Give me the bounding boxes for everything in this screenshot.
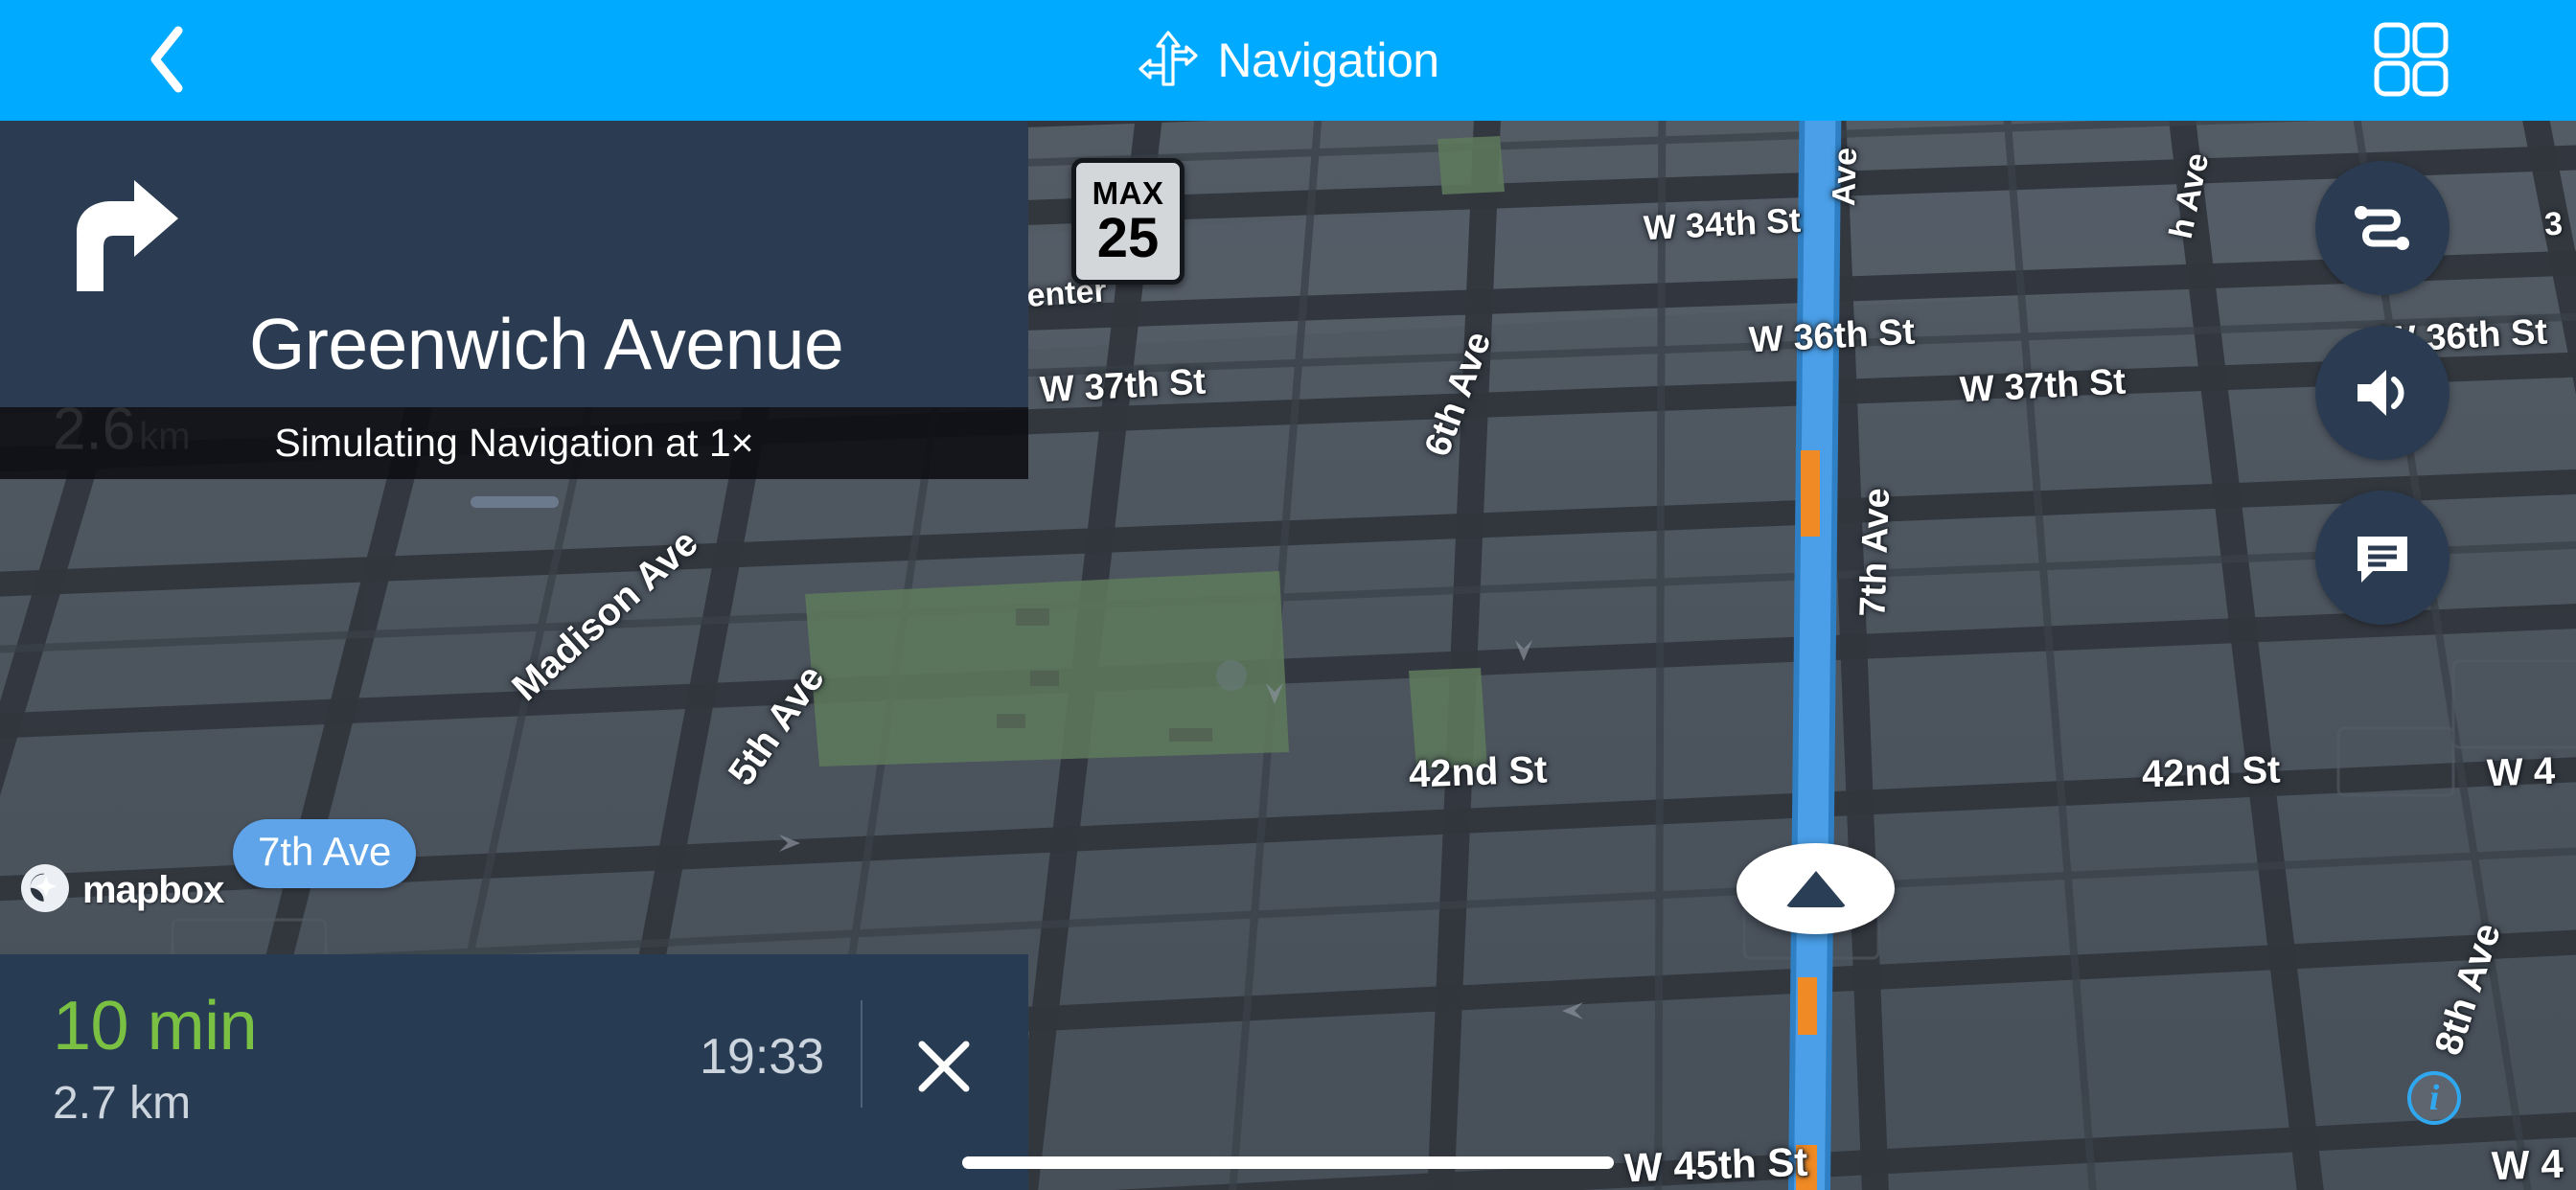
route-icon xyxy=(2355,206,2409,250)
current-street-pill: 7th Ave xyxy=(233,819,417,888)
drag-handle[interactable] xyxy=(470,496,559,508)
divider xyxy=(861,1000,862,1108)
speed-limit-label: MAX xyxy=(1092,174,1164,211)
eta-duration: 10 min xyxy=(53,988,258,1064)
arrival-time: 19:33 xyxy=(700,1029,825,1085)
user-location-puck xyxy=(1736,843,1895,934)
remaining-distance: 2.7 km xyxy=(53,1078,192,1129)
speed-limit-value: 25 xyxy=(1096,206,1160,269)
grid-apps-button[interactable] xyxy=(2371,19,2451,100)
close-x-icon xyxy=(918,1041,970,1092)
mapbox-attribution[interactable]: mapbox xyxy=(19,862,224,919)
feedback-button[interactable] xyxy=(2315,491,2450,625)
trip-summary-panel[interactable]: 10 min 2.7 km 19:33 xyxy=(0,954,1028,1190)
message-icon xyxy=(2358,537,2407,583)
volume-on-icon xyxy=(2358,370,2404,416)
alternate-routes-button[interactable] xyxy=(2315,161,2450,295)
mapbox-logo-icon xyxy=(19,862,71,919)
directions-signpost-icon xyxy=(1137,27,1200,95)
navigation-arrow-icon xyxy=(1784,870,1847,907)
simulation-banner: Simulating Navigation at 1× xyxy=(0,407,1028,479)
info-button[interactable]: i xyxy=(2407,1071,2461,1125)
top-bar-title: Navigation xyxy=(0,0,2576,121)
info-icon: i xyxy=(2428,1078,2440,1118)
turn-right-icon xyxy=(59,178,184,293)
instruction-panel[interactable]: 2.6 km Greenwich Avenue xyxy=(0,121,1028,508)
speed-limit-sign: MAX 25 xyxy=(1071,158,1184,285)
grid-apps-icon xyxy=(2374,22,2449,97)
navigation-screen: W 34th St W 36th St W 36th St W 37th St … xyxy=(0,0,2576,1190)
simulation-banner-text: Simulating Navigation at 1× xyxy=(274,421,754,465)
sound-toggle-button[interactable] xyxy=(2315,326,2450,460)
end-navigation-button[interactable] xyxy=(901,1023,987,1110)
mapbox-logo-text: mapbox xyxy=(82,869,224,911)
page-title: Navigation xyxy=(1217,34,1439,87)
top-bar: Navigation xyxy=(0,0,2576,121)
primary-street-name: Greenwich Avenue xyxy=(249,304,844,384)
home-indicator xyxy=(962,1156,1614,1169)
